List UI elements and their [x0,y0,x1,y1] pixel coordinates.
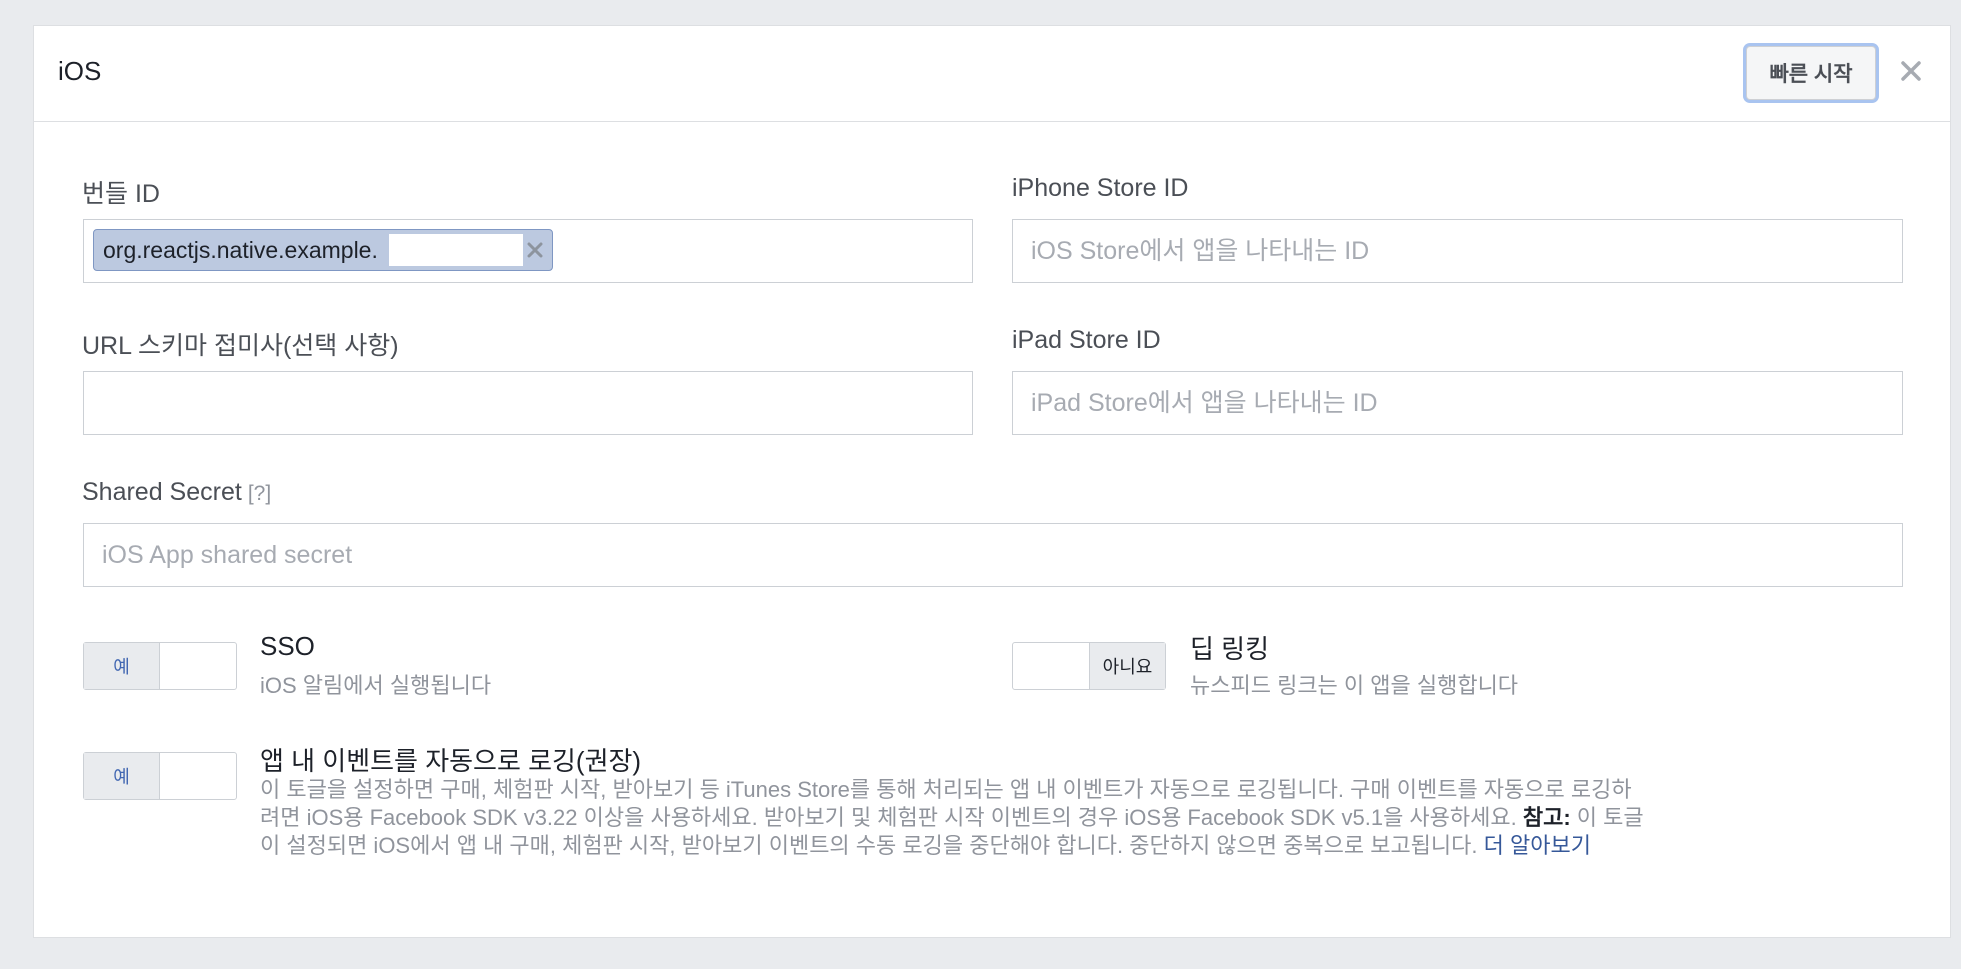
sso-toggle-yes: 예 [84,643,160,689]
panel-header: iOS 빠른 시작 [34,26,1950,122]
deep-linking-subtitle: 뉴스피드 링크는 이 앱을 실행합니다 [1190,673,1519,698]
sso-toggle[interactable]: 예 [83,642,237,690]
auto-log-events-toggle-yes: 예 [84,753,160,799]
panel-title: iOS [58,56,102,86]
remove-token-icon[interactable] [524,239,546,261]
quickstart-button[interactable]: 빠른 시작 [1746,46,1876,100]
learn-more-link[interactable]: 더 알아보기 [1484,833,1591,858]
shared-secret-label: Shared Secret [?] [82,478,271,507]
auto-log-events-description: 이 토글을 설정하면 구매, 체험판 시작, 받아보기 등 iTunes Sto… [260,776,1650,860]
deep-linking-title: 딥 링킹 [1190,634,1269,664]
close-icon[interactable] [1894,54,1928,88]
auto-log-events-title: 앱 내 이벤트를 자동으로 로깅(권장) [260,746,642,776]
deep-linking-toggle[interactable]: 아니요 [1012,642,1166,690]
bundle-id-field[interactable]: org.reactjs.native.example. [83,219,973,283]
bundle-id-token-text: org.reactjs.native.example. [103,237,378,263]
ipad-store-id-input[interactable] [1012,371,1903,435]
bundle-id-label: 번들 ID [82,180,160,208]
shared-secret-help-link[interactable]: [?] [248,482,271,505]
bundle-id-token[interactable]: org.reactjs.native.example. [93,229,553,271]
sso-toggle-knob [160,643,236,689]
bundle-id-token-edit-area[interactable] [389,234,523,266]
url-scheme-suffix-input[interactable] [83,371,973,435]
auto-log-events-toggle[interactable]: 예 [83,752,237,800]
shared-secret-label-text: Shared Secret [82,478,242,506]
iphone-store-id-input[interactable] [1012,219,1903,283]
deep-linking-toggle-no: 아니요 [1089,643,1165,689]
auto-log-events-desc-part1: 이 토글을 설정하면 구매, 체험판 시작, 받아보기 등 iTunes Sto… [260,777,1632,830]
sso-subtitle: iOS 알림에서 실행됩니다 [260,673,492,698]
deep-linking-toggle-knob [1013,643,1089,689]
auto-log-events-note-label: 참고: [1522,805,1571,830]
auto-log-events-toggle-knob [160,753,236,799]
shared-secret-input[interactable] [83,523,1903,587]
ipad-store-id-label: iPad Store ID [1012,326,1161,354]
iphone-store-id-label: iPhone Store ID [1012,174,1189,202]
url-scheme-suffix-label: URL 스키마 접미사(선택 사항) [82,332,399,360]
sso-title: SSO [260,631,315,661]
